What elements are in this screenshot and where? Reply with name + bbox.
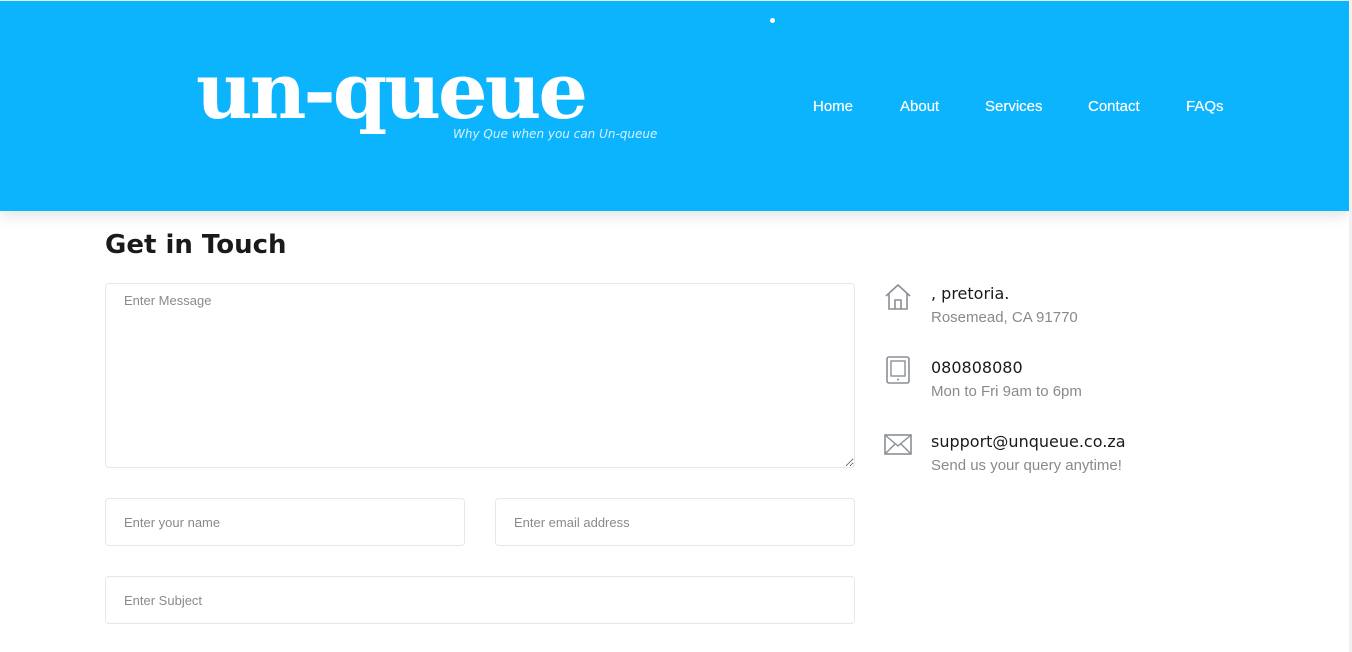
nav-services[interactable]: Services <box>985 98 1043 115</box>
nav-about[interactable]: About <box>900 98 939 115</box>
message-field[interactable] <box>105 283 855 468</box>
address-subtitle: Rosemead, CA 91770 <box>931 309 1078 326</box>
nav-faqs[interactable]: FAQs <box>1186 98 1224 115</box>
header-dot <box>770 18 775 23</box>
home-icon <box>885 283 911 310</box>
logo-wordmark: un-queue <box>196 46 588 137</box>
logo-tagline: Why Que when you can Un-queue <box>453 127 658 141</box>
nav-home[interactable]: Home <box>813 98 853 115</box>
email-title: support@unqueue.co.za <box>931 432 1126 451</box>
site-header: un-queue Why Que when you can Un-queue H… <box>0 0 1349 211</box>
name-field[interactable] <box>105 498 465 546</box>
nav-contact[interactable]: Contact <box>1088 98 1140 115</box>
site-logo[interactable]: un-queue Why Que when you can Un-queue <box>196 53 657 151</box>
page-title: Get in Touch <box>105 230 287 260</box>
email-subtitle: Send us your query anytime! <box>931 457 1122 474</box>
phone-title: 080808080 <box>931 358 1023 377</box>
phone-subtitle: Mon to Fri 9am to 6pm <box>931 383 1082 400</box>
subject-field[interactable] <box>105 576 855 624</box>
email-field[interactable] <box>495 498 855 546</box>
mail-icon <box>884 434 912 455</box>
tablet-icon <box>886 356 910 384</box>
address-title: , pretoria. <box>931 284 1010 303</box>
